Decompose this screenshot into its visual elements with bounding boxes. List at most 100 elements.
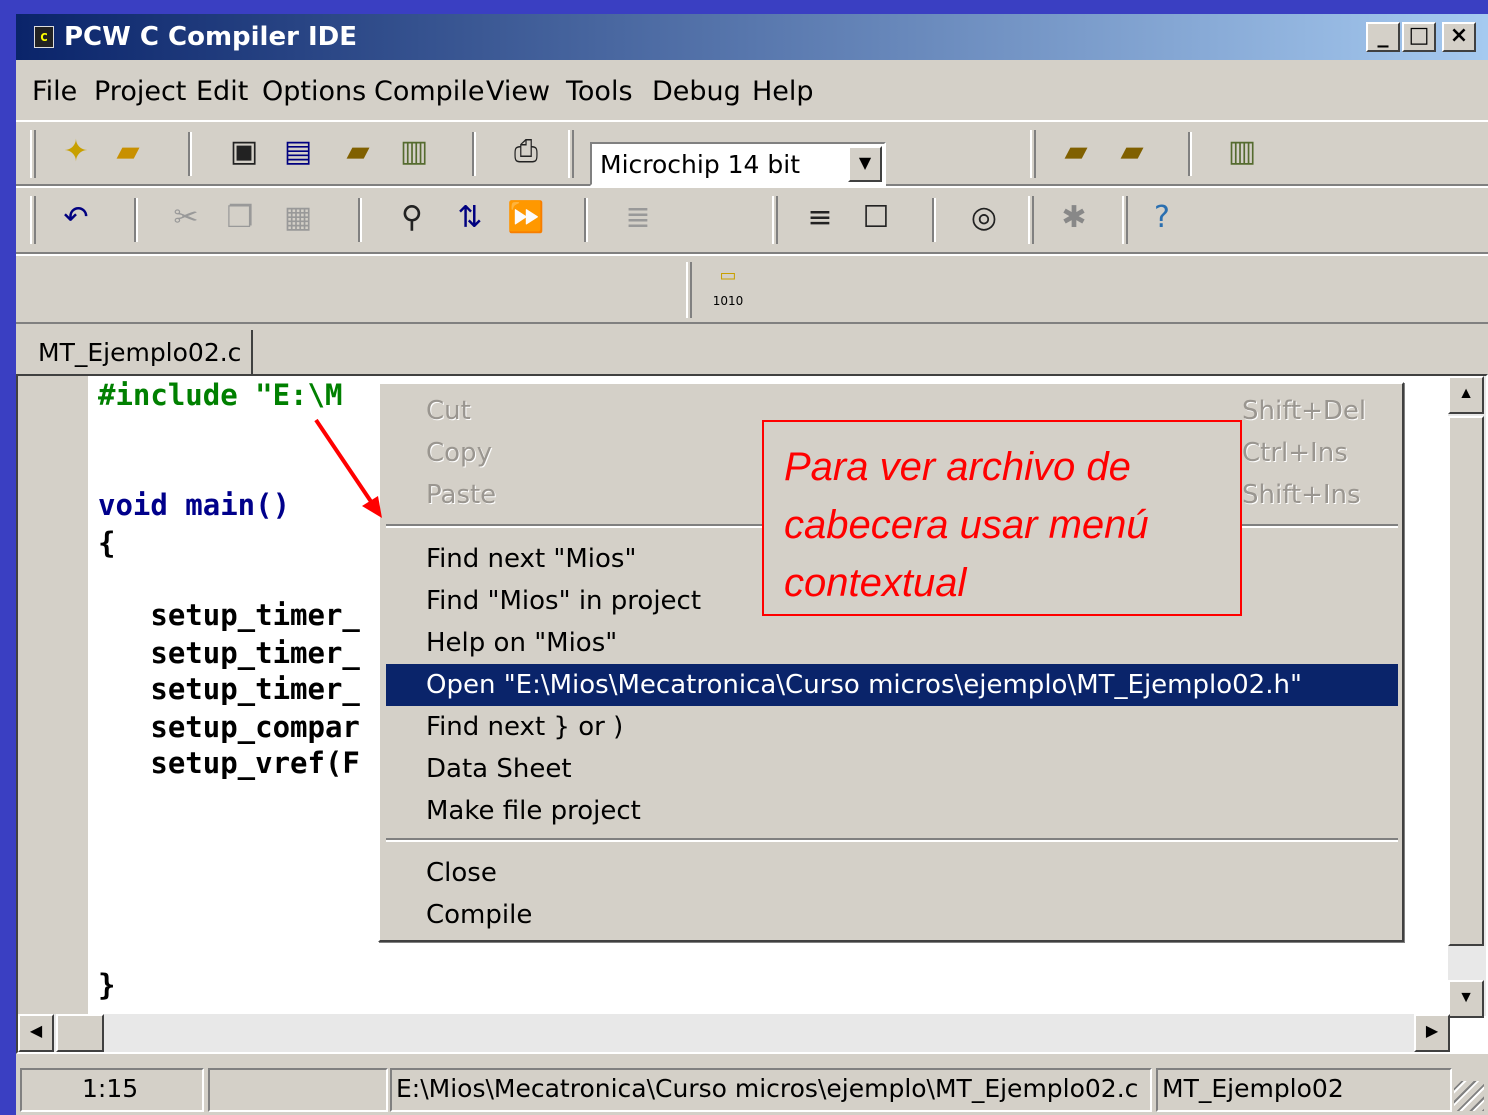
- app-icon: c: [34, 26, 54, 48]
- menu-item-find-brace[interactable]: Find next } or ): [386, 706, 1398, 748]
- menu-options[interactable]: Options: [262, 76, 366, 107]
- resize-grip[interactable]: [1454, 1081, 1484, 1111]
- open-folder-icon[interactable]: ▰: [108, 134, 148, 169]
- code-line[interactable]: {: [98, 526, 115, 560]
- find-next-icon[interactable]: ⏩: [506, 200, 546, 235]
- save-icon[interactable]: ▣: [224, 134, 264, 169]
- toolbar-separator: [188, 132, 192, 176]
- status-blank: [208, 1068, 388, 1112]
- title-bar[interactable]: c PCW C Compiler IDE _ □ ×: [16, 14, 1488, 60]
- code-line[interactable]: setup_timer_: [98, 598, 360, 632]
- replace-icon[interactable]: ⇅: [450, 200, 490, 235]
- menu-item-help-on[interactable]: Help on "Mios": [386, 622, 1398, 664]
- toolbar-grip[interactable]: [686, 262, 692, 318]
- new-file-icon[interactable]: ✦: [56, 134, 96, 169]
- toolbar-grip[interactable]: [1122, 196, 1128, 244]
- paste-icon[interactable]: ▦: [278, 200, 318, 235]
- menu-edit[interactable]: Edit: [196, 76, 248, 107]
- maximize-button[interactable]: □: [1402, 22, 1436, 52]
- status-project: MT_Ejemplo02: [1156, 1068, 1452, 1112]
- file-icon[interactable]: ▥: [394, 134, 434, 169]
- scroll-thumb[interactable]: [1448, 416, 1484, 946]
- toolbar-separator: [472, 132, 476, 176]
- menu-item-label: Cut: [426, 396, 471, 426]
- open-all-icon[interactable]: ▰: [1112, 134, 1152, 169]
- open-project-icon[interactable]: ▰: [1056, 134, 1096, 169]
- code-line[interactable]: #include "E:\M: [98, 378, 342, 412]
- menu-debug[interactable]: Debug: [652, 76, 741, 107]
- menu-tools[interactable]: Tools: [566, 76, 633, 107]
- cut-icon[interactable]: ✂: [166, 200, 206, 235]
- menu-view[interactable]: View: [486, 76, 550, 107]
- toolbar-separator: [358, 198, 362, 242]
- code-line[interactable]: void main(): [98, 488, 290, 522]
- menu-item-open-header[interactable]: Open "E:\Mios\Mecatronica\Curso micros\e…: [386, 664, 1398, 706]
- toolbar-grip[interactable]: [30, 130, 36, 178]
- scroll-right-icon[interactable]: ▶: [1414, 1014, 1450, 1052]
- find-icon[interactable]: ⚲: [392, 200, 432, 235]
- save-all-icon[interactable]: ▤: [278, 134, 318, 169]
- chevron-down-icon[interactable]: ▼: [848, 146, 882, 182]
- comment-icon[interactable]: ☐: [856, 200, 896, 235]
- cd-icon[interactable]: ◎: [964, 200, 1004, 235]
- status-cursor-position: 1:15: [20, 1068, 204, 1112]
- toolbar-grip[interactable]: [1028, 196, 1034, 244]
- code-line[interactable]: }: [98, 968, 115, 1002]
- scroll-thumb[interactable]: [56, 1014, 104, 1052]
- toolbar-grip[interactable]: [1030, 130, 1036, 178]
- open-project-icon[interactable]: ▰: [338, 134, 378, 169]
- code-line[interactable]: setup_timer_: [98, 636, 360, 670]
- menu-file[interactable]: File: [32, 76, 77, 107]
- window-title: PCW C Compiler IDE: [64, 22, 357, 52]
- horizontal-scrollbar[interactable]: ◀ ▶: [18, 1014, 1450, 1052]
- toolbar-row-3: ▭ 1010: [16, 254, 1488, 324]
- scroll-up-icon[interactable]: ▲: [1448, 376, 1484, 414]
- menu-separator: [386, 838, 1398, 842]
- menu-item-label: Copy: [426, 438, 492, 468]
- indent-icon[interactable]: ≣: [618, 200, 658, 235]
- menu-item-compile[interactable]: Compile: [386, 894, 1398, 936]
- scroll-left-icon[interactable]: ◀: [18, 1014, 54, 1052]
- copy-icon[interactable]: ❐: [220, 200, 260, 235]
- code-line[interactable]: setup_compar: [98, 710, 360, 744]
- toolbar-area: ✦ ▰ ▣ ▤ ▰ ▥ ⎙ Microchip 14 bit ▼ ▰ ▰ ▥ ↶…: [16, 120, 1488, 332]
- toolbar-separator: [932, 198, 936, 242]
- menu-help[interactable]: Help: [752, 76, 814, 107]
- print-icon[interactable]: ⎙: [506, 134, 546, 169]
- menu-item-make-file[interactable]: Make file project: [386, 790, 1398, 832]
- menu-bar: File Project Edit Options Compile View T…: [16, 70, 1488, 114]
- device-select[interactable]: Microchip 14 bit ▼: [590, 142, 886, 186]
- toolbar-grip[interactable]: [772, 196, 778, 244]
- toolbar-row-2: ↶ ✂ ❐ ▦ ⚲ ⇅ ⏩ ≣ ≡ ☐ ◎ ✱ ?: [16, 186, 1488, 254]
- toolbar-grip[interactable]: [30, 196, 36, 244]
- menu-compile[interactable]: Compile: [374, 76, 484, 107]
- vertical-scrollbar[interactable]: ▲ ▼: [1448, 376, 1486, 1018]
- code-line[interactable]: setup_timer_: [98, 672, 360, 706]
- annotation-callout: Para ver archivo de cabecera usar menú c…: [762, 420, 1242, 616]
- menu-item-close[interactable]: Close: [386, 852, 1398, 894]
- toolbar-row-1: ✦ ▰ ▣ ▤ ▰ ▥ ⎙ Microchip 14 bit ▼ ▰ ▰ ▥: [16, 120, 1488, 186]
- menu-item-data-sheet[interactable]: Data Sheet: [386, 748, 1398, 790]
- device-select-value: Microchip 14 bit: [600, 150, 801, 179]
- menu-item-shortcut: Ctrl+Ins: [1242, 438, 1348, 468]
- format-icon[interactable]: ≡: [800, 200, 840, 235]
- status-bar: 1:15 E:\Mios\Mecatronica\Curso micros\ej…: [16, 1062, 1488, 1115]
- editor-gutter: [18, 376, 88, 1052]
- toolbar-separator: [584, 198, 588, 242]
- tab-mt-ejemplo02[interactable]: MT_Ejemplo02.c: [28, 330, 254, 376]
- annotation-arrow-icon: [314, 418, 382, 518]
- menu-project[interactable]: Project: [94, 76, 186, 107]
- compile-icon[interactable]: ▭ 1010: [708, 264, 748, 313]
- file-icon[interactable]: ▥: [1222, 134, 1262, 169]
- code-line[interactable]: setup_vref(F: [98, 746, 360, 780]
- help-icon[interactable]: ?: [1142, 200, 1182, 235]
- bug-icon[interactable]: ✱: [1054, 200, 1094, 235]
- scroll-down-icon[interactable]: ▼: [1448, 980, 1484, 1018]
- toolbar-separator: [1188, 132, 1192, 176]
- toolbar-separator: [134, 198, 138, 242]
- toolbar-grip[interactable]: [568, 130, 574, 178]
- menu-item-label: Paste: [426, 480, 497, 510]
- close-button[interactable]: ×: [1442, 22, 1476, 52]
- undo-icon[interactable]: ↶: [56, 200, 96, 235]
- minimize-button[interactable]: _: [1366, 22, 1400, 52]
